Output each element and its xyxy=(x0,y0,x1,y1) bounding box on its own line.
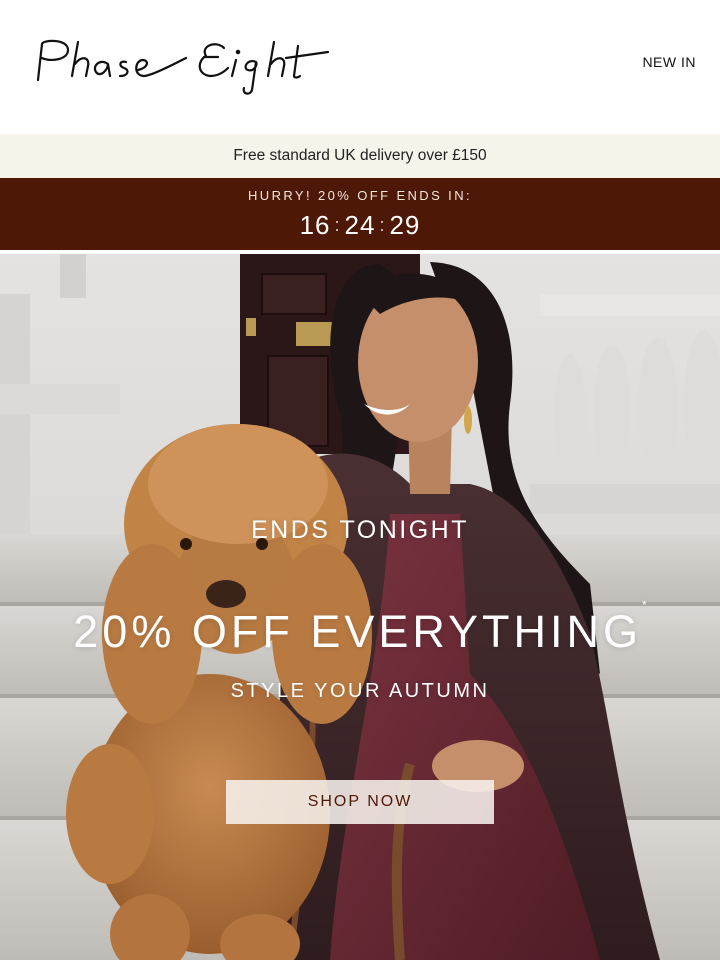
countdown-separator: : xyxy=(334,215,341,235)
brand-logo[interactable] xyxy=(28,28,338,98)
countdown-seconds: 29 xyxy=(389,210,421,240)
hero-eyebrow: ENDS TONIGHT xyxy=(251,516,469,544)
countdown-separator: : xyxy=(379,215,386,235)
countdown-label: HURRY! 20% OFF ENDS IN: xyxy=(248,188,472,203)
countdown-hours: 16 xyxy=(299,210,331,240)
delivery-banner[interactable]: Free standard UK delivery over £150 xyxy=(0,134,720,178)
countdown-banner: HURRY! 20% OFF ENDS IN: 16 : 24 : 29 xyxy=(0,178,720,250)
countdown-minutes: 24 xyxy=(344,210,376,240)
shop-now-button[interactable]: SHOP NOW xyxy=(226,780,494,824)
delivery-banner-text: Free standard UK delivery over £150 xyxy=(233,147,487,164)
nav-new-in-link[interactable]: NEW IN xyxy=(642,54,696,70)
hero-subheadline: STYLE YOUR AUTUMN xyxy=(230,680,490,702)
hero-headline-text: 20% OFF EVERYTHING xyxy=(73,606,643,657)
hero-banner[interactable]: ENDS TONIGHT 20% OFF EVERYTHING* STYLE Y… xyxy=(0,254,720,960)
logo-script-icon xyxy=(36,39,330,95)
hero-headline: 20% OFF EVERYTHING* xyxy=(0,598,720,658)
countdown-timer: 16 : 24 : 29 xyxy=(0,210,720,241)
email-header: NEW IN xyxy=(0,0,720,134)
headline-asterisk: * xyxy=(642,598,647,612)
